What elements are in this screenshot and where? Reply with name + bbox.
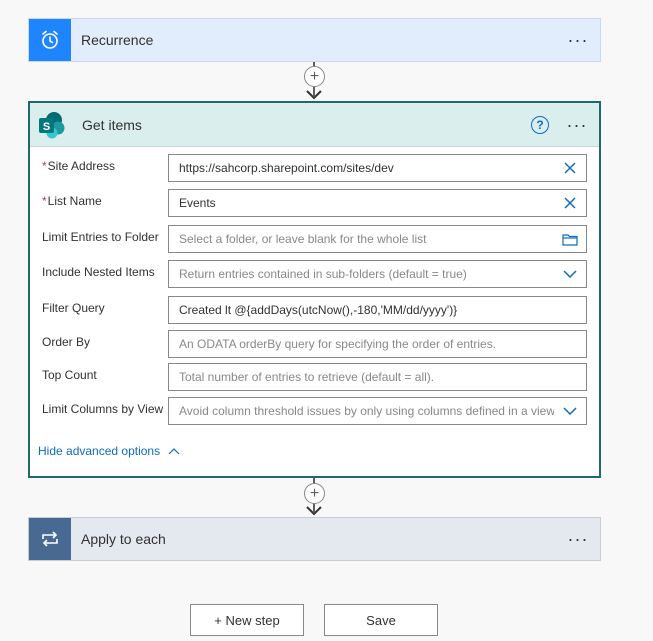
filter-query-field[interactable]: Created lt @{addDays(utcNow(),-180,'MM/d… (168, 296, 587, 324)
loop-icon (29, 518, 71, 560)
limit-folder-row: Limit Entries to Folder Select a folder,… (30, 225, 599, 253)
top-count-row: Top Count Total number of entries to ret… (30, 363, 599, 391)
sharepoint-icon: S (30, 104, 72, 146)
help-icon[interactable]: ? (531, 115, 549, 134)
recurrence-card[interactable]: Recurrence ··· (28, 18, 601, 62)
arrow-down-icon (306, 90, 322, 100)
apply-to-each-card[interactable]: Apply to each ··· (28, 517, 601, 561)
save-button[interactable]: Save (324, 604, 438, 636)
insert-step-button[interactable]: + (304, 483, 325, 504)
top-count-label: Top Count (42, 368, 97, 382)
order-by-row: Order By An ODATA orderBy query for spec… (30, 330, 599, 358)
recurrence-title: Recurrence (81, 32, 154, 48)
hide-advanced-label: Hide advanced options (38, 444, 161, 458)
svg-text:S: S (43, 121, 50, 133)
recurrence-more-button[interactable]: ··· (556, 31, 600, 49)
order-by-label: Order By (42, 335, 91, 349)
site-address-label: *Site Address (42, 159, 116, 173)
insert-step-button[interactable]: + (304, 66, 325, 87)
alarm-clock-icon (29, 19, 71, 61)
chevron-up-icon (168, 447, 180, 454)
limit-columns-label: Limit Columns by View (42, 402, 164, 416)
apply-to-each-title: Apply to each (81, 531, 166, 547)
chevron-down-icon[interactable] (554, 398, 586, 424)
folder-icon[interactable] (554, 226, 586, 252)
nested-items-row: Include Nested Items Return entries cont… (30, 260, 599, 288)
site-address-field[interactable]: https://sahcorp.sharepoint.com/sites/dev (168, 154, 587, 182)
clear-icon[interactable] (554, 155, 586, 181)
chevron-down-icon[interactable] (554, 261, 586, 287)
top-count-field[interactable]: Total number of entries to retrieve (def… (168, 363, 587, 391)
arrow-down-icon (306, 506, 322, 516)
list-name-row: *List Name Events (30, 189, 599, 217)
nested-items-label: Include Nested Items (42, 265, 155, 279)
limit-columns-row: Limit Columns by View Avoid column thres… (30, 397, 599, 425)
limit-folder-label: Limit Entries to Folder (42, 230, 159, 244)
get-items-more-button[interactable]: ··· (555, 116, 599, 134)
filter-query-row: Filter Query Created lt @{addDays(utcNow… (30, 296, 599, 324)
hide-advanced-options-link[interactable]: Hide advanced options (38, 444, 180, 458)
new-step-button[interactable]: + New step (190, 604, 304, 636)
site-address-row: *Site Address https://sahcorp.sharepoint… (30, 154, 599, 182)
nested-items-dropdown[interactable]: Return entries contained in sub-folders … (168, 260, 587, 288)
list-name-label: *List Name (42, 194, 102, 208)
filter-query-label: Filter Query (42, 301, 105, 315)
order-by-field[interactable]: An ODATA orderBy query for specifying th… (168, 330, 587, 358)
get-items-title: Get items (82, 116, 142, 133)
list-name-field[interactable]: Events (168, 189, 587, 217)
clear-icon[interactable] (554, 190, 586, 216)
apply-to-each-more-button[interactable]: ··· (556, 530, 600, 548)
limit-columns-dropdown[interactable]: Avoid column threshold issues by only us… (168, 397, 587, 425)
get-items-card: S Get items ? ··· *Site Address https://… (28, 101, 601, 478)
limit-folder-field[interactable]: Select a folder, or leave blank for the … (168, 225, 587, 253)
get-items-header[interactable]: S Get items ? ··· (30, 103, 599, 147)
